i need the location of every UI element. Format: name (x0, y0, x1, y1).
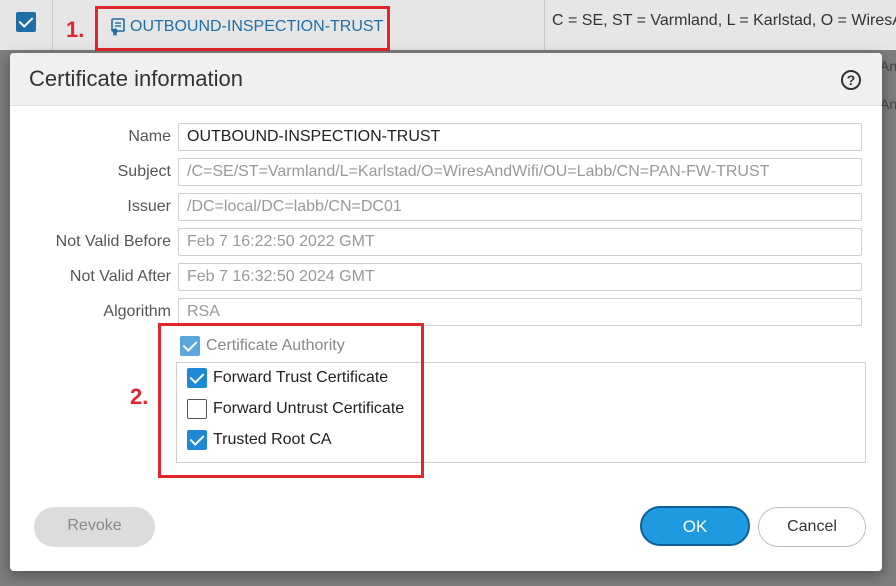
dialog-title: Certificate information (29, 66, 243, 91)
field-label: Subject (117, 163, 171, 180)
certificate-information-dialog: Certificate information ? Name OUTBOUND-… (10, 53, 882, 571)
field-label: Algorithm (103, 303, 171, 320)
ok-button[interactable]: OK (640, 506, 750, 546)
issuer-field[interactable]: /DC=local/DC=labb/CN=DC01 (178, 193, 862, 221)
annotation-label-2: 2. (130, 384, 149, 409)
field-label: Issuer (127, 198, 171, 215)
field-row-not-valid-after: Not Valid After Feb 7 16:32:50 2024 GMT (10, 263, 882, 291)
column-divider (52, 0, 53, 50)
revoke-button[interactable]: Revoke (34, 507, 155, 547)
field-row-issuer: Issuer /DC=local/DC=labb/CN=DC01 (10, 193, 882, 221)
help-icon[interactable]: ? (841, 70, 861, 90)
row-checkbox[interactable] (16, 12, 36, 32)
column-divider (544, 0, 545, 50)
certificate-subject-text: C = SE, ST = Varmland, L = Karlstad, O =… (552, 12, 896, 29)
background-peek-text: An (880, 58, 896, 74)
field-label: Name (128, 128, 171, 145)
field-row-name: Name OUTBOUND-INSPECTION-TRUST (10, 123, 882, 151)
not-valid-before-field[interactable]: Feb 7 16:22:50 2022 GMT (178, 228, 862, 256)
annotation-box-1 (95, 6, 390, 51)
not-valid-after-field[interactable]: Feb 7 16:32:50 2024 GMT (178, 263, 862, 291)
background-peek-text: An (880, 96, 896, 112)
cancel-button[interactable]: Cancel (758, 507, 866, 547)
name-field[interactable]: OUTBOUND-INSPECTION-TRUST (178, 123, 862, 151)
field-label: Not Valid Before (55, 233, 171, 250)
subject-field[interactable]: /C=SE/ST=Varmland/L=Karlstad/O=WiresAndW… (178, 158, 862, 186)
algorithm-field[interactable]: RSA (178, 298, 862, 326)
field-label: Not Valid After (69, 268, 171, 285)
field-row-subject: Subject /C=SE/ST=Varmland/L=Karlstad/O=W… (10, 158, 882, 186)
field-row-algorithm: Algorithm RSA (10, 298, 882, 326)
annotation-label-1: 1. (66, 17, 85, 42)
annotation-box-2 (158, 323, 424, 478)
field-row-not-valid-before: Not Valid Before Feb 7 16:22:50 2022 GMT (10, 228, 882, 256)
dialog-header: Certificate information ? (10, 53, 882, 106)
